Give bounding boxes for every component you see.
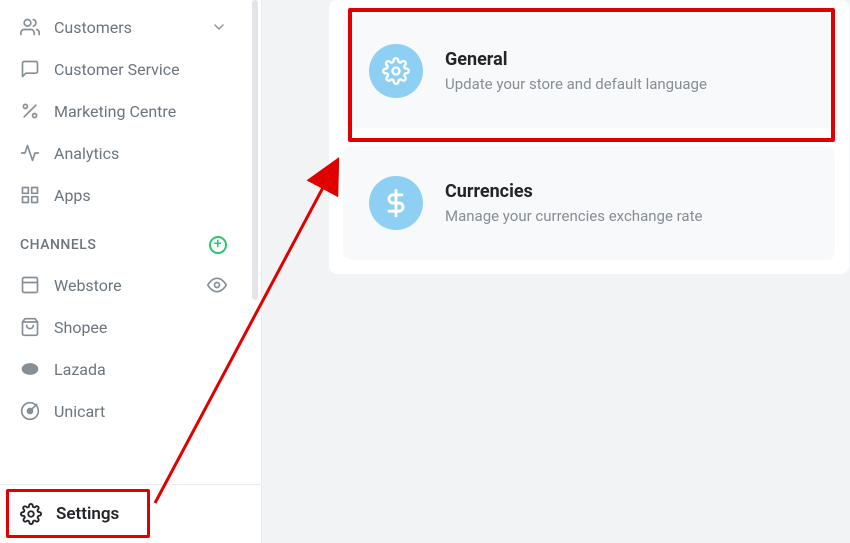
gear-icon bbox=[20, 503, 42, 525]
store-icon bbox=[20, 275, 40, 295]
sidebar: Customers Customer Service Marketing Cen… bbox=[0, 0, 262, 543]
activity-icon bbox=[20, 143, 40, 163]
card-text: Currencies Manage your currencies exchan… bbox=[445, 181, 702, 225]
sidebar-item-marketing[interactable]: Marketing Centre bbox=[0, 90, 261, 132]
sidebar-item-customers[interactable]: Customers bbox=[0, 6, 261, 48]
sidebar-scroll[interactable]: Customers Customer Service Marketing Cen… bbox=[0, 0, 261, 484]
settings-label: Settings bbox=[56, 504, 119, 524]
target-icon bbox=[20, 401, 40, 421]
card-currencies[interactable]: Currencies Manage your currencies exchan… bbox=[343, 146, 835, 260]
card-general[interactable]: General Update your store and default la… bbox=[343, 14, 835, 128]
scrollbar[interactable] bbox=[252, 0, 258, 300]
dollar-icon bbox=[369, 176, 423, 230]
people-icon bbox=[20, 17, 40, 37]
sidebar-item-webstore[interactable]: Webstore bbox=[0, 264, 261, 306]
sidebar-item-label: Unicart bbox=[54, 402, 105, 421]
sidebar-item-shopee[interactable]: Shopee bbox=[0, 306, 261, 348]
channels-header-label: CHANNELS bbox=[20, 237, 96, 253]
grid-icon bbox=[20, 185, 40, 205]
bag-icon bbox=[20, 317, 40, 337]
sidebar-item-lazada[interactable]: Lazada bbox=[0, 348, 261, 390]
add-channel-button[interactable] bbox=[209, 236, 227, 254]
sidebar-item-label: Webstore bbox=[54, 276, 122, 295]
sidebar-item-label: Marketing Centre bbox=[54, 102, 176, 121]
main-content: General Update your store and default la… bbox=[262, 0, 850, 543]
card-text: General Update your store and default la… bbox=[445, 49, 707, 93]
sidebar-item-customer-service[interactable]: Customer Service bbox=[0, 48, 261, 90]
sidebar-item-unicart[interactable]: Unicart bbox=[0, 390, 261, 432]
sidebar-item-analytics[interactable]: Analytics bbox=[0, 132, 261, 174]
percent-icon bbox=[20, 101, 40, 121]
sidebar-item-label: Apps bbox=[54, 186, 91, 205]
settings-button[interactable]: Settings bbox=[0, 484, 261, 543]
eye-icon[interactable] bbox=[207, 275, 227, 295]
chat-icon bbox=[20, 59, 40, 79]
sidebar-item-label: Customer Service bbox=[54, 60, 180, 79]
channels-header: CHANNELS bbox=[0, 216, 261, 264]
sidebar-item-apps[interactable]: Apps bbox=[0, 174, 261, 216]
gear-icon bbox=[369, 44, 423, 98]
chevron-down-icon bbox=[211, 19, 227, 35]
card-desc: Update your store and default language bbox=[445, 75, 707, 93]
card-desc: Manage your currencies exchange rate bbox=[445, 207, 702, 225]
card-title: General bbox=[445, 49, 707, 70]
sidebar-item-label: Analytics bbox=[54, 144, 119, 163]
sidebar-item-label: Customers bbox=[54, 18, 132, 37]
settings-cards: General Update your store and default la… bbox=[329, 0, 849, 274]
card-title: Currencies bbox=[445, 181, 702, 202]
sidebar-item-label: Shopee bbox=[54, 318, 107, 337]
sidebar-item-label: Lazada bbox=[54, 360, 106, 379]
laz-icon bbox=[20, 359, 40, 379]
